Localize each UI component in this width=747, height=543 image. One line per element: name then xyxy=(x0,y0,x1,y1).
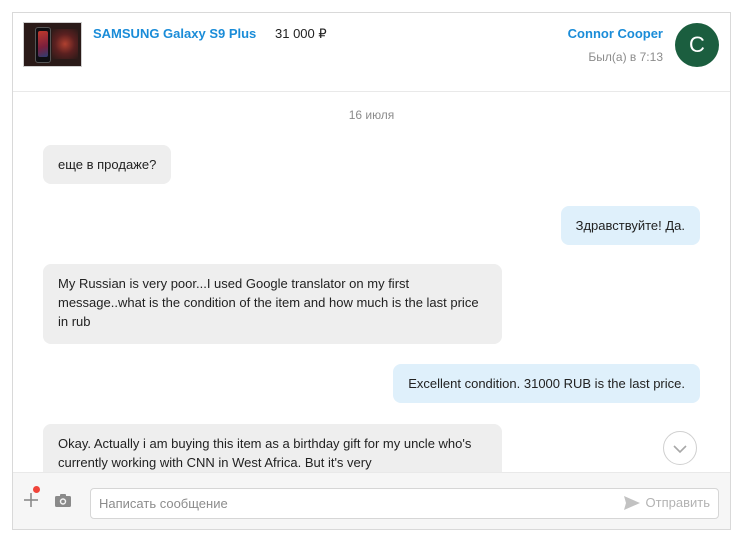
camera-icon xyxy=(55,494,71,507)
send-button[interactable]: Отправить xyxy=(623,495,710,510)
camera-button[interactable] xyxy=(54,491,72,509)
last-seen-status: Был(а) в 7:13 xyxy=(588,50,663,64)
thumbnail-background xyxy=(52,29,78,59)
chat-header: SAMSUNG Galaxy S9 Plus 31 000 ₽ Connor C… xyxy=(13,13,730,92)
date-separator: 16 июля xyxy=(348,108,395,122)
scroll-down-button[interactable] xyxy=(663,431,697,465)
avatar[interactable]: C xyxy=(675,23,719,67)
message-incoming: еще в продаже? xyxy=(43,145,172,184)
plus-icon xyxy=(24,493,38,507)
send-button-label: Отправить xyxy=(645,495,710,510)
product-price: 31 000 ₽ xyxy=(275,26,327,41)
user-name-link[interactable]: Connor Cooper xyxy=(568,26,663,41)
message-list[interactable]: 16 июля еще в продаже? Здравствуйте! Да.… xyxy=(13,92,730,472)
message-composer: Отправить xyxy=(13,472,730,529)
phone-image xyxy=(35,27,51,63)
product-thumbnail[interactable] xyxy=(23,22,82,67)
notification-dot xyxy=(33,486,40,493)
message-input-container: Отправить xyxy=(90,488,719,519)
message-outgoing: Excellent condition. 31000 RUB is the la… xyxy=(393,364,700,403)
send-icon xyxy=(623,496,640,510)
message-incoming: My Russian is very poor...I used Google … xyxy=(43,264,502,344)
chat-window: SAMSUNG Galaxy S9 Plus 31 000 ₽ Connor C… xyxy=(12,12,731,530)
product-title-link[interactable]: SAMSUNG Galaxy S9 Plus xyxy=(93,26,256,41)
message-input[interactable] xyxy=(91,489,607,518)
chevron-down-icon xyxy=(673,445,687,454)
attach-button[interactable] xyxy=(21,490,41,510)
message-outgoing: Здравствуйте! Да. xyxy=(560,206,700,245)
message-incoming: Okay. Actually i am buying this item as … xyxy=(43,424,502,472)
